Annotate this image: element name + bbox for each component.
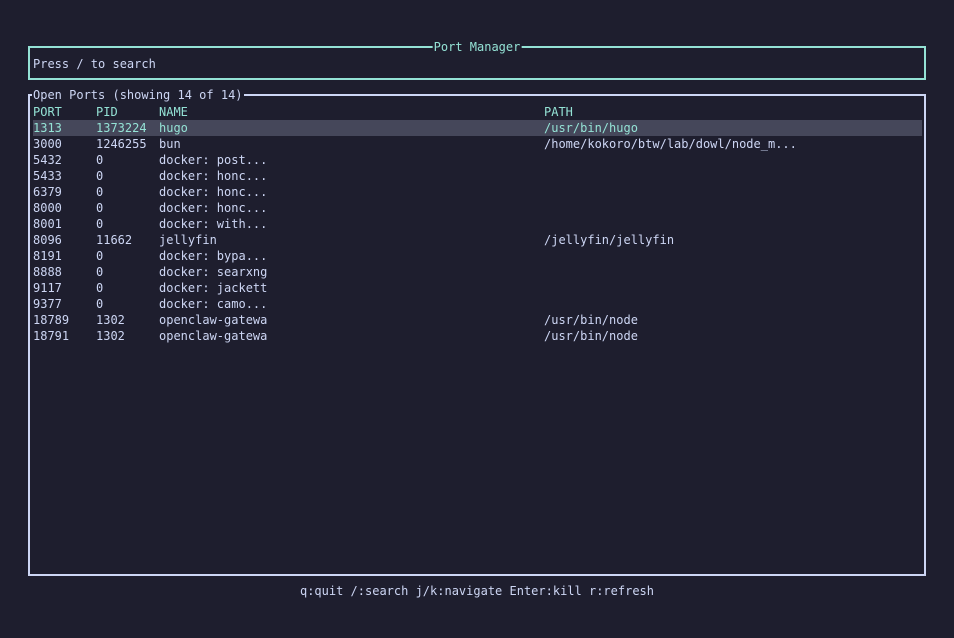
path-cell: /jellyfin/jellyfin [544, 233, 675, 247]
table-row[interactable]: 9377 0 docker: camo... [33, 296, 922, 312]
pid-cell: 0 [96, 281, 104, 295]
keybinding-help: q:quit /:search j/k:navigate Enter:kill … [299, 584, 654, 598]
table-row[interactable]: 1313 1373224 hugo/usr/bin/hugo [33, 120, 922, 136]
path-cell: /usr/bin/hugo [544, 121, 638, 135]
table-row[interactable]: 5432 0 docker: post... [33, 152, 922, 168]
pid-cell: 0 [96, 217, 104, 231]
table-row[interactable]: 8001 0 docker: with... [33, 216, 922, 232]
table-row[interactable]: 8000 0 docker: honc... [33, 200, 922, 216]
port-cell: 5433 [33, 169, 62, 183]
name-cell: docker: searxng [159, 265, 268, 279]
port-cell: 5432 [33, 153, 62, 167]
port-cell: 9377 [33, 297, 62, 311]
port-cell: 3000 [33, 137, 62, 151]
pid-cell: 0 [96, 201, 104, 215]
port-cell: 8191 [33, 249, 62, 263]
pid-cell: 0 [96, 297, 104, 311]
search-panel[interactable]: Port Manager Press / to search [28, 39, 926, 80]
pid-cell: 1302 [96, 313, 125, 327]
ports-panel-title: Open Ports (showing 14 of 14) [32, 87, 244, 103]
app-title: Port Manager [432, 39, 522, 55]
name-cell: openclaw-gatewa [159, 313, 268, 327]
name-cell: bun [159, 137, 181, 151]
pid-cell: 0 [96, 185, 104, 199]
table-row[interactable]: 3000 1246255 bun/home/kokoro/btw/lab/dowl/… [33, 136, 922, 152]
column-header-path: PATH [544, 105, 573, 119]
name-cell: jellyfin [159, 233, 217, 247]
port-cell: 8888 [33, 265, 62, 279]
table-row[interactable]: 8191 0 docker: bypa... [33, 248, 922, 264]
name-cell: openclaw-gatewa [159, 329, 268, 343]
name-cell: docker: bypa... [159, 249, 268, 263]
name-cell: docker: honc... [159, 169, 268, 183]
name-cell: docker: post... [159, 153, 268, 167]
table-row[interactable]: 18791 1302 openclaw-gatewa/usr/bin/node [33, 328, 922, 344]
table-row[interactable]: 9117 0 docker: jackett [33, 280, 922, 296]
ports-table: PORT PID NAME PATH 1313 1373224 hugo/usr/b… [33, 104, 922, 344]
column-header-name: NAME [159, 105, 188, 119]
name-cell: docker: honc... [159, 185, 268, 199]
name-cell: docker: with... [159, 217, 268, 231]
table-body: 1313 1373224 hugo/usr/bin/hugo 3000 1246255 b… [33, 120, 922, 344]
ports-panel: Open Ports (showing 14 of 14) PORT PID N… [28, 87, 926, 576]
search-input[interactable]: Press / to search [33, 56, 156, 72]
pid-cell: 0 [96, 169, 104, 183]
port-cell: 8000 [33, 201, 62, 215]
pid-cell: 11662 [96, 233, 133, 247]
table-row[interactable]: 8096 11662 jellyfin/jellyfin/jellyfin [33, 232, 922, 248]
pid-cell: 0 [96, 249, 104, 263]
table-header: PORT PID NAME PATH [33, 104, 922, 120]
port-cell: 18789 [33, 313, 70, 327]
name-cell: docker: honc... [159, 201, 268, 215]
port-cell: 18791 [33, 329, 70, 343]
port-cell: 9117 [33, 281, 62, 295]
port-cell: 8001 [33, 217, 62, 231]
pid-cell: 1373224 [96, 121, 147, 135]
path-cell: /usr/bin/node [544, 313, 638, 327]
name-cell: docker: camo... [159, 297, 268, 311]
table-row[interactable]: 8888 0 docker: searxng [33, 264, 922, 280]
port-cell: 6379 [33, 185, 62, 199]
port-cell: 8096 [33, 233, 62, 247]
path-cell: /usr/bin/node [544, 329, 638, 343]
path-cell: /home/kokoro/btw/lab/dowl/node_m... [544, 137, 797, 151]
table-row[interactable]: 18789 1302 openclaw-gatewa/usr/bin/node [33, 312, 922, 328]
column-header-port: PORT [33, 105, 62, 119]
pid-cell: 1246255 [96, 137, 147, 151]
name-cell: docker: jackett [159, 281, 268, 295]
pid-cell: 1302 [96, 329, 125, 343]
pid-cell: 0 [96, 265, 104, 279]
name-cell: hugo [159, 121, 188, 135]
column-header-pid: PID [96, 105, 118, 119]
pid-cell: 0 [96, 153, 104, 167]
port-cell: 1313 [33, 121, 62, 135]
table-row[interactable]: 6379 0 docker: honc... [33, 184, 922, 200]
table-row[interactable]: 5433 0 docker: honc... [33, 168, 922, 184]
